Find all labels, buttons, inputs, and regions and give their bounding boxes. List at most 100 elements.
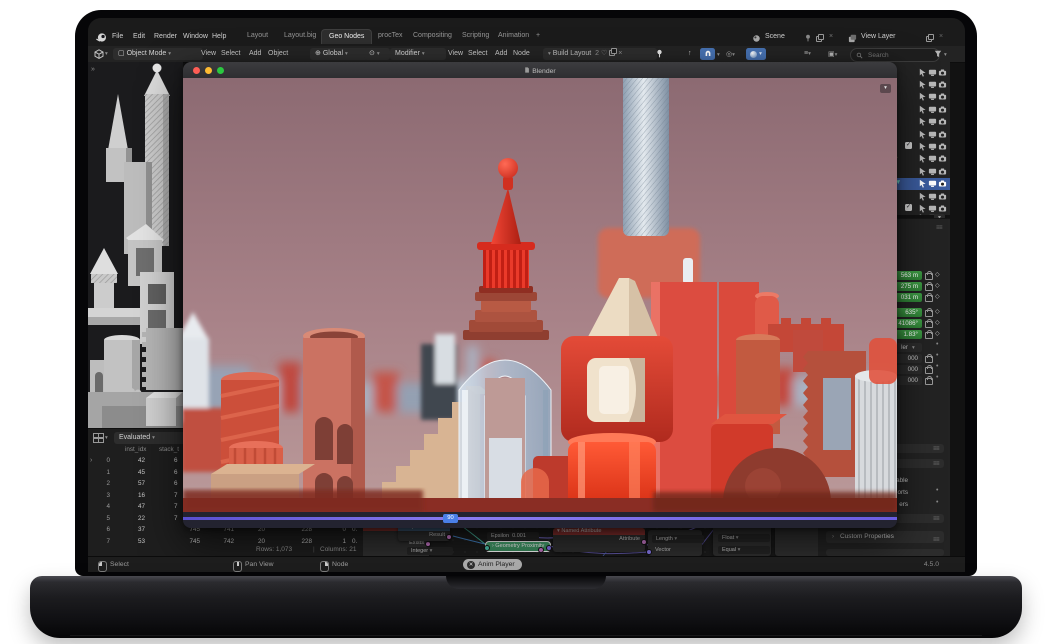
scene-icon[interactable] <box>752 34 761 43</box>
menu-window[interactable]: Window <box>183 33 208 40</box>
cell[interactable]: 37 <box>121 526 145 533</box>
panel-options-icon[interactable]: ≡≡ <box>936 225 942 231</box>
cell[interactable]: 4 <box>94 503 110 510</box>
node-geometry-proximity[interactable]: › Geometry Proximity <box>485 541 551 552</box>
node-group-name-field[interactable]: ▾ Build Layout 2 ♡ × <box>543 48 657 60</box>
lock-icon[interactable] <box>925 273 933 280</box>
editor-type-icon[interactable] <box>94 49 104 59</box>
new-scene-icon[interactable] <box>816 34 823 42</box>
search-input[interactable] <box>866 51 928 60</box>
cell[interactable]: 57 <box>121 480 145 487</box>
keyframe-diamond-icon[interactable]: ◇ <box>935 308 940 315</box>
pivot-dropdown[interactable]: ⊙ ▾ <box>364 48 390 60</box>
animate-dot-icon[interactable]: • <box>936 341 938 348</box>
compare-op-dropdown[interactable]: Equal ▾ <box>718 546 770 554</box>
render-window-titlebar[interactable]: Blender <box>183 62 897 79</box>
view-layer-name[interactable]: View Layer <box>861 33 896 40</box>
menu-render[interactable]: Render <box>154 33 177 40</box>
data-type-dropdown[interactable]: Integer ▾ <box>407 547 453 555</box>
tab-animation[interactable]: Animation <box>498 32 529 39</box>
cell[interactable]: 6 <box>174 480 182 487</box>
pin-node-group-icon[interactable] <box>655 49 664 58</box>
snap-chevron-icon[interactable]: ▾ <box>717 52 720 58</box>
node-vector-math[interactable]: Length ▾ Vector <box>648 530 702 556</box>
stop-icon[interactable]: ✕ <box>467 561 475 569</box>
cell[interactable]: 742 <box>206 538 234 545</box>
menu-file[interactable]: File <box>112 33 123 40</box>
lock-icon[interactable] <box>925 284 933 291</box>
cell[interactable]: 0. <box>352 538 362 545</box>
proportional-edit-icon[interactable]: ◎▾ <box>726 50 735 58</box>
animate-dot-icon[interactable]: • <box>936 499 938 506</box>
cell[interactable]: 3 <box>94 492 110 499</box>
render-timeline[interactable]: 90 <box>183 512 897 528</box>
lock-icon[interactable] <box>925 356 933 363</box>
tab-add-workspace[interactable]: + <box>536 32 540 39</box>
editor-type-chevron-icon[interactable]: ▾ <box>105 51 108 57</box>
keyframe-diamond-icon[interactable]: ◇ <box>935 282 940 289</box>
cell[interactable]: 228 <box>283 538 312 545</box>
tab-proctex[interactable]: procTex <box>378 32 403 39</box>
cell[interactable]: 6 <box>174 469 182 476</box>
spreadsheet-editor-chevron-icon[interactable]: ▾ <box>105 435 108 441</box>
playhead[interactable]: 90 <box>443 514 458 523</box>
cell[interactable]: 45 <box>121 469 145 476</box>
cell[interactable]: 2 <box>94 480 110 487</box>
lock-icon[interactable] <box>925 295 933 302</box>
viewport-menu-view[interactable]: View <box>201 50 216 57</box>
cell[interactable]: 7 <box>174 503 182 510</box>
tab-layout-big[interactable]: Layout.big <box>284 32 316 39</box>
orientation-dropdown[interactable]: ⊕ Global ▾ <box>310 48 368 60</box>
animate-dot-icon[interactable]: • <box>936 487 938 494</box>
node-menu-add[interactable]: Add <box>495 50 507 57</box>
panel-custom-properties[interactable]: › Custom Properties ≡≡ <box>826 531 944 543</box>
outliner-search[interactable] <box>850 48 940 62</box>
viewport-3d[interactable]: » <box>88 62 183 428</box>
dataset-dropdown[interactable]: Evaluated ▾ <box>114 432 186 444</box>
row-expand-icon[interactable]: › <box>90 457 92 464</box>
pin-icon[interactable] <box>804 34 812 42</box>
viewport-shading-toggle[interactable]: ▾ <box>746 48 766 60</box>
animate-dot-icon[interactable]: • <box>936 374 938 381</box>
tab-scripting[interactable]: Scripting <box>462 32 489 39</box>
operation-dropdown[interactable]: Length ▾ <box>652 535 704 543</box>
lock-icon[interactable] <box>925 321 933 328</box>
cell[interactable]: 745 <box>174 538 200 545</box>
snap-toggle[interactable] <box>700 48 715 60</box>
region-expand-icon[interactable]: » <box>91 66 95 73</box>
tab-compositing[interactable]: Compositing <box>413 32 452 39</box>
viewport-menu-select[interactable]: Select <box>221 50 240 57</box>
node-named-attribute-2[interactable]: ▾ Named Attribute Attribute <box>553 528 645 552</box>
cell[interactable]: 6 <box>174 457 182 464</box>
view-layer-icon[interactable] <box>848 34 857 43</box>
transform-tool-icon[interactable]: ↑ <box>688 50 692 57</box>
compare-type-dropdown[interactable]: Float ▾ <box>718 534 770 542</box>
lock-icon[interactable] <box>925 367 933 374</box>
render-window[interactable]: Blender <box>183 62 897 528</box>
socket-attribute[interactable] <box>641 539 647 545</box>
animate-dot-icon[interactable]: • <box>936 363 938 370</box>
filter-funnel-icon[interactable] <box>934 50 942 58</box>
cell[interactable]: 1 <box>94 469 110 476</box>
cell[interactable]: 5 <box>94 515 110 522</box>
animate-dot-icon[interactable]: • <box>936 352 938 359</box>
anim-player-badge[interactable]: ✕ Anim Player <box>463 559 522 570</box>
node-menu-view[interactable]: View <box>448 50 463 57</box>
socket-position[interactable] <box>546 545 552 551</box>
unlink-scene-icon[interactable]: × <box>829 33 833 40</box>
lock-icon[interactable] <box>925 310 933 317</box>
new-view-layer-icon[interactable] <box>926 34 933 42</box>
mode-dropdown[interactable]: ▢ Object Mode ▾ <box>113 48 203 60</box>
viewport-menu-object[interactable]: Object <box>268 50 288 57</box>
scene-name[interactable]: Scene <box>765 33 785 40</box>
cell[interactable]: 22 <box>121 515 145 522</box>
column-header-inst-idx[interactable]: inst_idx <box>125 446 146 453</box>
tab-layout[interactable]: Layout <box>247 32 268 39</box>
viewport-menu-add[interactable]: Add <box>249 50 261 57</box>
keyframe-diamond-icon[interactable]: ◇ <box>935 319 940 326</box>
lock-icon[interactable] <box>925 332 933 339</box>
node-tree-type-dropdown[interactable]: Modifier ▾ <box>390 48 446 60</box>
cell[interactable]: 53 <box>121 538 145 545</box>
checkbox-checked[interactable]: ✓ <box>905 142 912 149</box>
epsilon-field[interactable]: Epsilon 0.001 <box>487 532 539 540</box>
